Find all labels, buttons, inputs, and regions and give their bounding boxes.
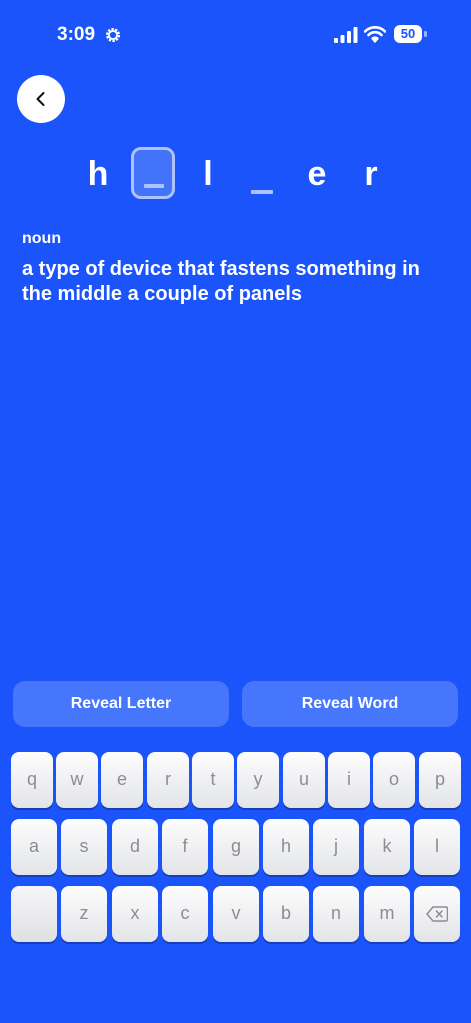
key-i[interactable]: i: [328, 752, 370, 808]
reveal-word-button[interactable]: Reveal Word: [242, 681, 458, 727]
back-button[interactable]: [17, 75, 65, 123]
key-u[interactable]: u: [283, 752, 325, 808]
word-letter: h: [87, 155, 109, 193]
key-x[interactable]: x: [112, 886, 158, 942]
key-y[interactable]: y: [237, 752, 279, 808]
key-e[interactable]: e: [101, 752, 143, 808]
word-puzzle: h l e r: [0, 145, 471, 205]
key-b[interactable]: b: [263, 886, 309, 942]
key-v[interactable]: v: [213, 886, 259, 942]
key-r[interactable]: r: [147, 752, 189, 808]
signal-icon: [334, 27, 358, 43]
key-c[interactable]: c: [162, 886, 208, 942]
key-g[interactable]: g: [213, 819, 259, 875]
key-t[interactable]: t: [192, 752, 234, 808]
backspace-key[interactable]: [414, 886, 460, 942]
shift-key[interactable]: [11, 886, 57, 942]
word-letter: l: [203, 155, 213, 193]
word-letter: e: [307, 155, 327, 193]
key-z[interactable]: z: [61, 886, 107, 942]
gear-icon: [105, 27, 121, 43]
key-q[interactable]: q: [11, 752, 53, 808]
key-o[interactable]: o: [373, 752, 415, 808]
key-f[interactable]: f: [162, 819, 208, 875]
key-s[interactable]: s: [61, 819, 107, 875]
key-m[interactable]: m: [364, 886, 410, 942]
word-letter: r: [364, 155, 378, 193]
key-d[interactable]: d: [112, 819, 158, 875]
key-h[interactable]: h: [263, 819, 309, 875]
chevron-left-icon: [36, 92, 45, 106]
key-l[interactable]: l: [414, 819, 460, 875]
key-w[interactable]: w: [56, 752, 98, 808]
wifi-icon: [364, 26, 386, 43]
backspace-icon: [426, 906, 448, 922]
key-a[interactable]: a: [11, 819, 57, 875]
status-time: 3:09: [57, 24, 96, 45]
reveal-letter-button[interactable]: Reveal Letter: [13, 681, 229, 727]
status-bar: 3:09 50: [0, 0, 471, 70]
letter-slot-empty[interactable]: [251, 190, 273, 194]
key-p[interactable]: p: [419, 752, 461, 808]
key-j[interactable]: j: [313, 819, 359, 875]
key-k[interactable]: k: [364, 819, 410, 875]
part-of-speech: noun: [22, 230, 62, 247]
battery-level: 50: [394, 25, 422, 43]
letter-slot-active[interactable]: [131, 147, 175, 199]
key-n[interactable]: n: [313, 886, 359, 942]
definition-text: a type of device that fastens something …: [22, 258, 420, 305]
battery-icon: 50: [394, 25, 428, 43]
